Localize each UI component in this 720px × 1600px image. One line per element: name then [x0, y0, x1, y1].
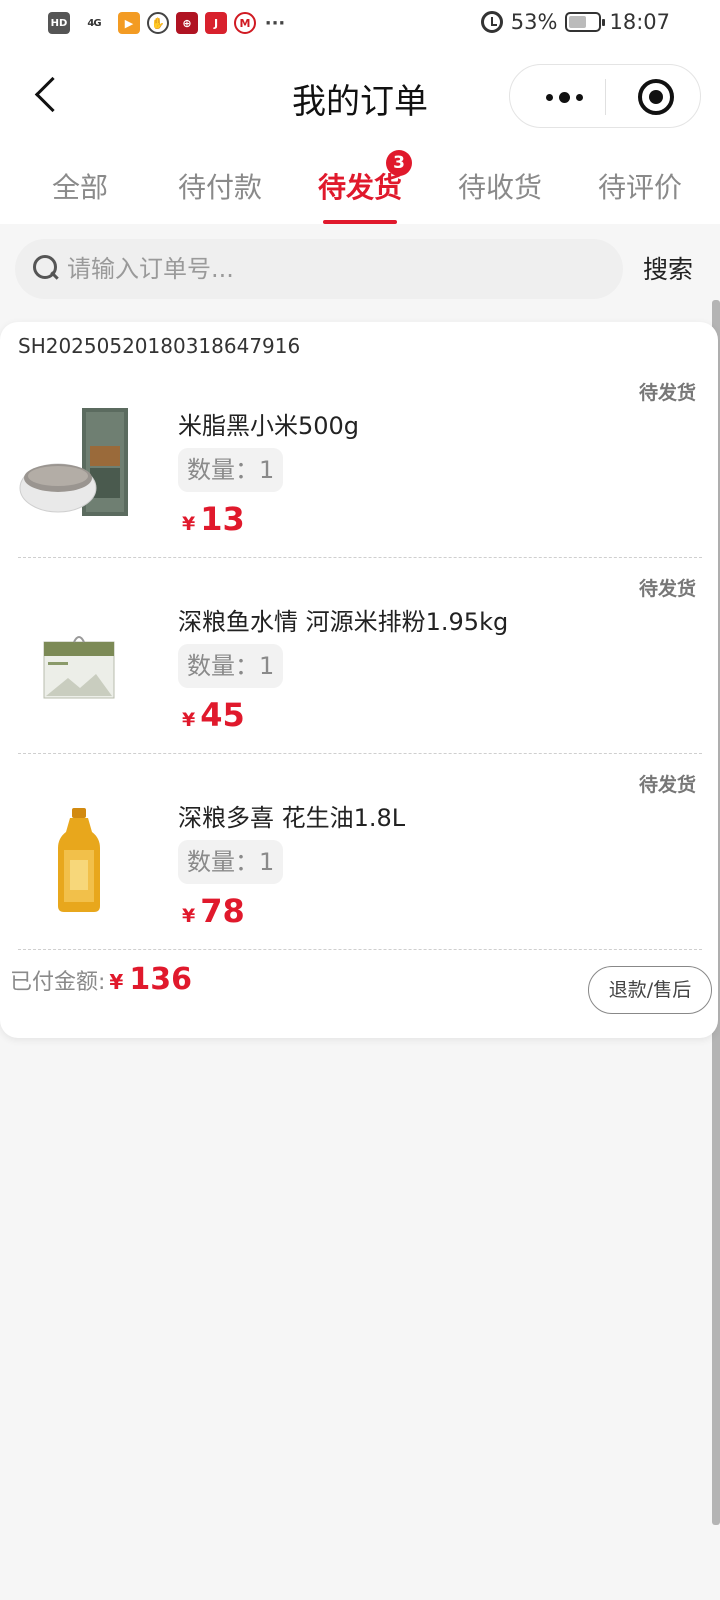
item-name: 米脂黑小米500g	[178, 412, 360, 440]
order-item[interactable]: 待发货 米脂黑小米500g 数量： 1 ¥13	[0, 368, 718, 564]
quantity-label: 数量：	[187, 652, 259, 680]
item-quantity: 数量： 1	[178, 840, 284, 884]
black-millet-product-image	[19, 408, 128, 516]
tab-pending-review[interactable]: 待评价	[570, 150, 710, 224]
paid-value: 136	[129, 962, 192, 997]
search-input[interactable]	[67, 239, 607, 299]
order-card[interactable]: SH20250520180318647916 待发货 米脂黑小米500g 数量：…	[0, 322, 718, 1038]
battery-percent: 53%	[510, 10, 558, 34]
clock: 18:07	[609, 10, 670, 34]
item-divider	[18, 949, 702, 950]
item-status: 待发货	[638, 774, 696, 796]
price-value: 78	[200, 892, 245, 930]
quantity-label: 数量：	[187, 456, 259, 484]
item-divider	[18, 557, 702, 558]
rice-noodle-box-image	[43, 636, 115, 699]
search-button[interactable]: 搜索	[633, 250, 703, 286]
quantity-value: 1	[259, 848, 275, 876]
currency-symbol: ¥	[182, 513, 196, 535]
order-item[interactable]: 待发货 深粮鱼水情 河源米排粉1.95kg 数量： 1 ¥45	[0, 564, 718, 760]
order-item[interactable]: 待发货 深粮多喜 花生油1.8L 数量： 1 ¥78	[0, 760, 718, 956]
item-price: ¥13	[182, 500, 245, 538]
video-app-icon: ▶	[118, 12, 140, 34]
item-quantity: 数量： 1	[178, 644, 284, 688]
item-price: ¥45	[182, 696, 245, 734]
close-mini-program-icon[interactable]	[638, 79, 674, 115]
currency-symbol: ¥	[182, 905, 196, 927]
search-icon	[33, 255, 59, 281]
item-status: 待发货	[638, 382, 696, 404]
currency-symbol: ¥	[182, 709, 196, 731]
tab-label: 待付款	[177, 171, 262, 204]
tab-count-badge: 3	[386, 150, 412, 176]
signal-icon: 4G	[87, 17, 101, 29]
order-tabs: 全部 待付款 待发货 3 待收货 待评价	[10, 150, 710, 224]
item-status: 待发货	[638, 578, 696, 600]
hd-icon: HD	[48, 12, 70, 34]
currency-symbol: ¥	[109, 970, 124, 994]
tab-label: 待收货	[457, 171, 542, 204]
battery-icon	[565, 12, 606, 32]
capsule-divider	[605, 79, 606, 115]
refund-after-sales-button[interactable]: 退款/售后	[588, 966, 712, 1014]
quantity-label: 数量：	[187, 848, 259, 876]
mini-program-capsule	[509, 64, 701, 128]
status-icons-left: HD 4G ▶ ✋ ⊕ J M ···	[48, 12, 287, 34]
tab-pending-shipment[interactable]: 待发货 3	[290, 150, 430, 224]
more-notifications-icon: ···	[264, 12, 286, 34]
status-icons-right: 53% 18:07	[480, 10, 670, 34]
tab-all[interactable]: 全部	[10, 150, 150, 224]
jd-app-icon: J	[205, 12, 227, 34]
paid-label: 已付金额:	[10, 970, 106, 995]
quantity-value: 1	[259, 456, 275, 484]
price-value: 45	[200, 696, 245, 734]
item-price: ¥78	[182, 892, 245, 930]
order-number: SH20250520180318647916	[18, 334, 301, 358]
status-bar: HD 4G ▶ ✋ ⊕ J M ··· 53% 18:07	[0, 0, 720, 48]
alarm-icon	[480, 11, 503, 33]
price-value: 13	[200, 500, 245, 538]
item-divider	[18, 753, 702, 754]
tab-pending-receipt[interactable]: 待收货	[430, 150, 570, 224]
item-name: 深粮多喜 花生油1.8L	[178, 804, 406, 832]
tab-label: 全部	[51, 171, 108, 204]
shield-app-icon: ✋	[147, 12, 169, 34]
header: HD 4G ▶ ✋ ⊕ J M ··· 53% 18:07 我的订单 全部 待付…	[0, 0, 720, 224]
paid-amount: 已付金额: ¥ 136	[10, 962, 192, 997]
tab-pending-payment[interactable]: 待付款	[150, 150, 290, 224]
bank-app-icon: ⊕	[176, 12, 198, 34]
quantity-value: 1	[259, 652, 275, 680]
item-quantity: 数量： 1	[178, 448, 284, 492]
tab-label: 待发货	[317, 171, 402, 204]
item-name: 深粮鱼水情 河源米排粉1.95kg	[178, 608, 509, 636]
search-bar	[15, 239, 623, 299]
metro-app-icon: M	[234, 12, 256, 34]
tab-label: 待评价	[597, 171, 682, 204]
peanut-oil-bottle-image	[58, 808, 100, 912]
more-icon[interactable]	[538, 81, 590, 113]
